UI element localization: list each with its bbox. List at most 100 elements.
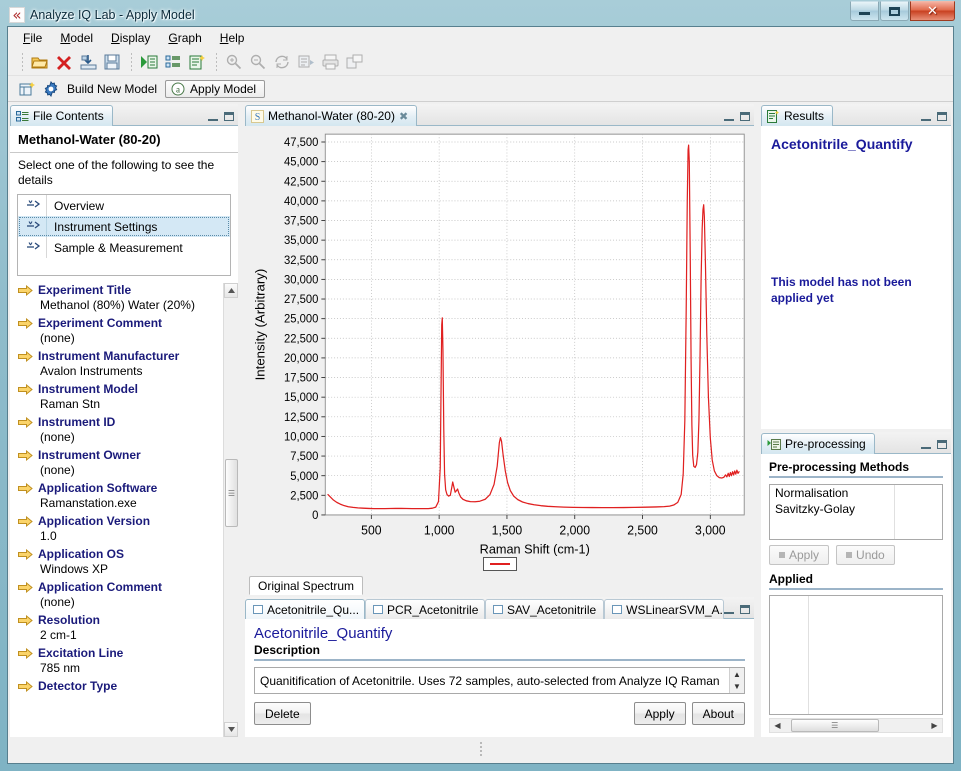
maximize-button[interactable] [880,1,909,21]
minimize-button[interactable] [850,1,879,21]
model-editor: Acetonitrile_Qu... PCR_Acetonitrile SAV_… [245,597,754,737]
svg-text:20,000: 20,000 [284,353,318,365]
arrow-right-icon [18,450,33,462]
tab-label: File Contents [33,109,104,123]
minimize-view-icon[interactable] [921,113,931,121]
svg-text:Intensity (Arbitrary): Intensity (Arbitrary) [253,269,268,381]
tab-preprocessing[interactable]: Pre-processing [761,433,875,454]
menu-file[interactable]: File [14,29,51,47]
apply-check-icon [779,552,785,558]
method-savitzky-golay[interactable]: Savitzky-Golay [770,501,942,517]
save-disk-icon[interactable] [101,51,123,73]
new-model-icon[interactable] [186,51,208,73]
tab-pcr-acetonitrile[interactable]: PCR_Acetonitrile [365,599,485,619]
method-normalisation[interactable]: Normalisation [770,485,942,501]
tab-file-contents[interactable]: File Contents [10,105,113,126]
menu-graph[interactable]: Graph [159,29,210,47]
scroll-thumb[interactable]: ☰ [790,719,879,732]
minimize-view-icon[interactable] [921,441,931,449]
tab-results[interactable]: Results [761,105,834,126]
scroll-down-arrow[interactable] [224,722,238,737]
model-icon [493,605,503,614]
metadata-scrollbar[interactable]: ☰ [223,283,238,737]
close-icon[interactable]: ✖ [399,110,408,123]
tab-label: Acetonitrile_Qu... [267,602,360,617]
preprocessing-buttons: Apply Undo [769,545,943,565]
scroll-down-arrow[interactable]: ▼ [730,681,744,694]
tab-methanol-water[interactable]: S Methanol-Water (80-20) ✖ [245,105,418,126]
scroll-track[interactable]: ☰ [224,298,238,722]
workbench: File Contents Methanol-Water (80-20) Sel… [8,102,953,737]
preprocessing-tabbar: Pre-processing [761,432,951,454]
gear-icon[interactable] [40,78,62,100]
build-new-model-label[interactable]: Build New Model [67,82,157,96]
import-icon[interactable] [77,51,99,73]
properties-list-icon[interactable] [162,51,184,73]
undo-label: Undo [856,548,885,562]
view-controls [208,112,234,121]
close-button[interactable]: ✕ [910,1,955,21]
raman-spectrum-chart[interactable]: 0 2,500 5,000 7,500 10,000 12,500 15,000 17,500… [245,126,754,574]
zoom-in-icon [223,51,245,73]
metadata-key: Application Version [38,514,151,528]
menu-display[interactable]: Display [102,29,159,47]
svg-text:27,500: 27,500 [284,294,318,306]
delete-red-x-icon[interactable] [53,51,75,73]
tab-sav-acetonitrile[interactable]: SAV_Acetonitrile [485,599,605,619]
applied-hscrollbar[interactable]: ◀ ☰ ▶ [769,718,943,733]
sash-right[interactable] [756,104,759,737]
svg-text:1,000: 1,000 [424,523,455,537]
apply-button[interactable]: Apply [633,702,686,725]
list-item-sample-measurement[interactable]: Sample & Measurement [18,237,230,258]
menu-help[interactable]: Help [211,29,254,47]
arrow-right-icon [18,351,33,363]
chart-legend[interactable] [482,557,517,571]
about-button[interactable]: About [691,702,745,725]
maximize-editor-icon[interactable] [740,605,750,614]
new-perspective-icon[interactable] [16,78,38,100]
svg-text:500: 500 [361,523,381,537]
apply-model-button[interactable]: a Apply Model [165,79,266,98]
maximize-editor-icon[interactable] [740,112,750,121]
preprocessing-view: Pre-processing Pre-processing Methods No… [761,432,951,737]
minimize-editor-icon[interactable] [724,113,734,121]
apply-model-label: Apply Model [190,81,257,96]
apply-model-icon: a [171,82,185,95]
minimize-editor-icon[interactable] [724,606,734,614]
list-item-overview[interactable]: Overview [18,195,230,216]
menu-model[interactable]: Model [51,29,102,47]
scroll-up-arrow[interactable] [224,283,238,298]
arrow-right-icon [18,549,33,561]
list-item-instrument-settings[interactable]: Instrument Settings [18,216,230,237]
tab-wslinearsvm[interactable]: WSLinearSVM_A... [604,599,725,619]
applied-list[interactable] [769,595,943,715]
maximize-view-icon[interactable] [224,112,234,121]
svg-text:2,500: 2,500 [290,490,318,502]
scroll-up-arrow[interactable]: ▲ [730,668,744,681]
file-heading: Methanol-Water (80-20) [10,126,238,153]
maximize-view-icon[interactable] [937,440,947,449]
scroll-right-arrow[interactable]: ▶ [927,719,942,732]
sash-left[interactable] [240,104,243,737]
metadata-fields: Experiment Title Methanol (80%) Water (20… [10,283,238,693]
metadata-field: Instrument Manufacturer [18,349,224,363]
open-folder-icon[interactable] [29,51,51,73]
delete-button[interactable]: Delete [254,702,311,725]
arrow-right-icon [18,681,33,693]
tab-acetonitrile-quantify[interactable]: Acetonitrile_Qu... [245,599,365,619]
minimize-view-icon[interactable] [208,113,218,121]
spectrum-editor: S Methanol-Water (80-20) ✖ 0 2,500 5,000 7,… [245,104,754,595]
scroll-track[interactable]: ☰ [785,719,927,732]
metadata-key: Instrument Manufacturer [38,349,180,363]
description-field[interactable]: Quanitification of Acetonitrile. Uses 72… [254,667,745,694]
tab-original-spectrum[interactable]: Original Spectrum [249,576,364,595]
scroll-left-arrow[interactable]: ◀ [770,719,785,732]
maximize-view-icon[interactable] [937,112,947,121]
methods-list[interactable]: Normalisation Savitzky-Golay [769,484,943,540]
description-value: Quanitification of Acetonitrile. Uses 72… [260,673,720,688]
scroll-thumb[interactable]: ☰ [225,459,238,527]
description-spinner[interactable]: ▲ ▼ [729,668,744,693]
metadata-scroll-area: Experiment Title Methanol (80%) Water (20… [10,283,238,737]
run-model-icon[interactable] [138,51,160,73]
title-bar: « Analyze IQ Lab - Apply Model ✕ [5,1,956,26]
